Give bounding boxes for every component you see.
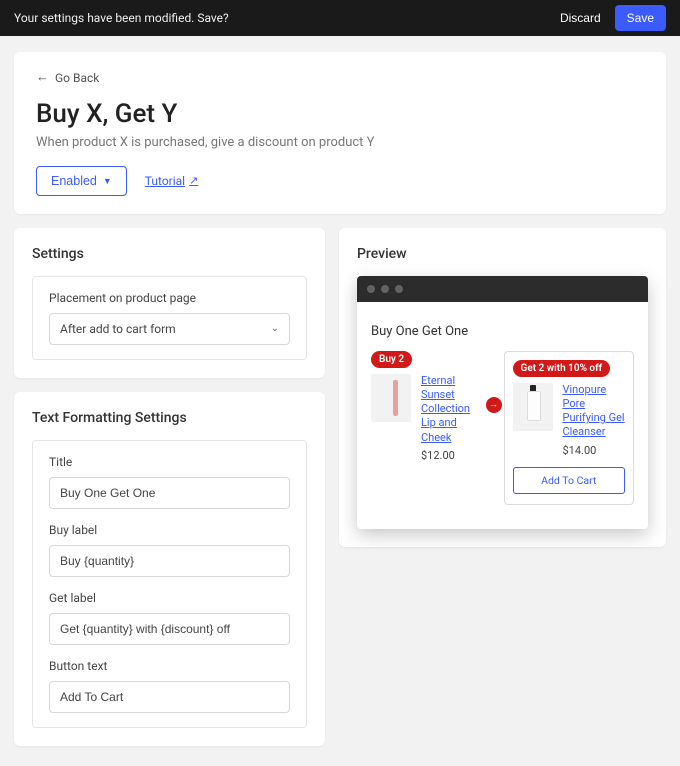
window-dot-icon bbox=[381, 285, 389, 293]
window-dot-icon bbox=[395, 285, 403, 293]
add-to-cart-button[interactable]: Add To Cart bbox=[513, 467, 626, 494]
product-b-link[interactable]: Vinopure Pore Purifying Gel Cleanser bbox=[563, 383, 626, 440]
text-formatting-title: Text Formatting Settings bbox=[32, 410, 307, 426]
arrow-right-circle-icon: → bbox=[486, 397, 502, 413]
product-b-card: Get 2 with 10% off Vinopure Pore Purifyi… bbox=[504, 351, 635, 505]
buy-badge: Buy 2 bbox=[371, 351, 412, 368]
button-text-input[interactable] bbox=[49, 681, 290, 713]
page-title: Buy X, Get Y bbox=[36, 99, 644, 129]
browser-titlebar bbox=[357, 276, 648, 302]
product-b-price: $14.00 bbox=[563, 444, 626, 457]
title-input[interactable] bbox=[49, 477, 290, 509]
save-bar-message: Your settings have been modified. Save? bbox=[14, 11, 554, 25]
placement-select[interactable]: After add to cart form ⌄ bbox=[49, 313, 290, 345]
caret-down-icon: ▼ bbox=[103, 176, 112, 186]
placement-label: Placement on product page bbox=[49, 291, 290, 305]
preview-card: Preview Buy One Get One Buy 2 bbox=[339, 228, 666, 547]
offer-title: Buy One Get One bbox=[371, 324, 634, 339]
settings-card: Settings Placement on product page After… bbox=[14, 228, 325, 378]
window-dot-icon bbox=[367, 285, 375, 293]
hero-card: ← Go Back Buy X, Get Y When product X is… bbox=[14, 52, 666, 214]
enabled-dropdown-button[interactable]: Enabled ▼ bbox=[36, 166, 127, 196]
get-label-field-label: Get label bbox=[49, 591, 290, 605]
preview-browser-frame: Buy One Get One Buy 2 Eternal Sunset Col… bbox=[357, 276, 648, 529]
chevron-down-icon: ⌄ bbox=[271, 323, 279, 334]
placement-value: After add to cart form bbox=[60, 322, 176, 336]
button-text-field-label: Button text bbox=[49, 659, 290, 673]
settings-title: Settings bbox=[32, 246, 307, 262]
buy-label-field-label: Buy label bbox=[49, 523, 290, 537]
get-label-input[interactable] bbox=[49, 613, 290, 645]
product-a-thumbnail bbox=[371, 374, 411, 422]
product-b-thumbnail bbox=[513, 383, 553, 431]
text-formatting-card: Text Formatting Settings Title Buy label… bbox=[14, 392, 325, 746]
save-notification-bar: Your settings have been modified. Save? … bbox=[0, 0, 680, 36]
external-link-icon: ↗ bbox=[189, 174, 198, 187]
tutorial-link[interactable]: Tutorial ↗ bbox=[145, 174, 199, 188]
enabled-label: Enabled bbox=[51, 174, 97, 188]
arrow-left-icon: ← bbox=[36, 71, 49, 84]
tutorial-label: Tutorial bbox=[145, 174, 185, 188]
save-button[interactable]: Save bbox=[615, 5, 666, 31]
product-a-link[interactable]: Eternal Sunset Collection Lip and Cheek bbox=[421, 374, 484, 445]
get-badge: Get 2 with 10% off bbox=[513, 360, 611, 377]
buy-label-input[interactable] bbox=[49, 545, 290, 577]
go-back-label: Go Back bbox=[55, 71, 99, 85]
discard-button[interactable]: Discard bbox=[554, 5, 607, 31]
go-back-link[interactable]: ← Go Back bbox=[36, 71, 99, 85]
preview-title: Preview bbox=[357, 246, 648, 262]
title-field-label: Title bbox=[49, 455, 290, 469]
page-subtitle: When product X is purchased, give a disc… bbox=[36, 135, 644, 150]
product-a-price: $12.00 bbox=[421, 449, 484, 462]
product-a-block: Buy 2 Eternal Sunset Collection Lip and … bbox=[371, 351, 484, 462]
